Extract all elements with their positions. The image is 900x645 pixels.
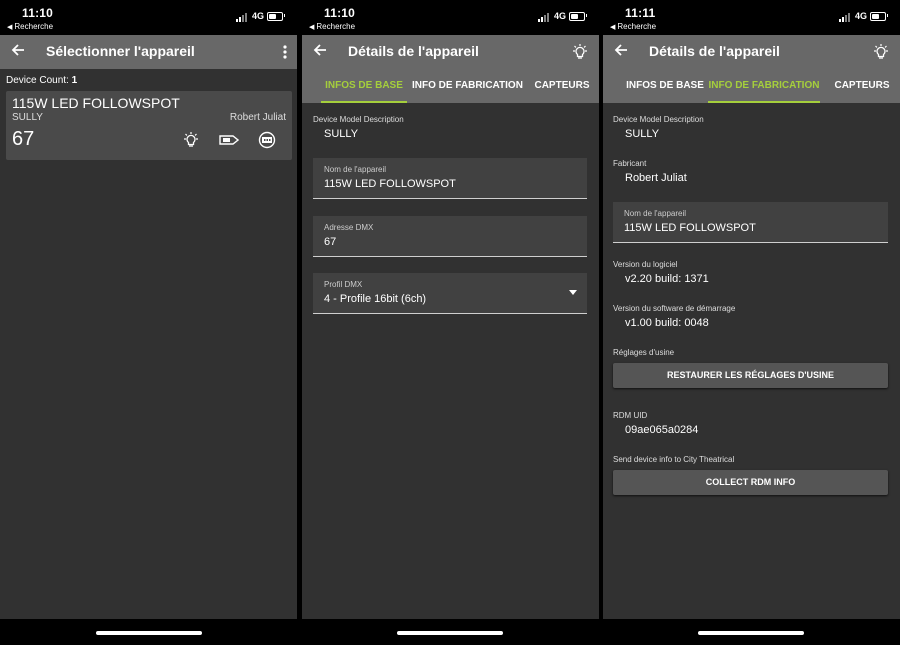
device-manufacturer: Robert Juliat: [229, 112, 286, 123]
details-content: Device Model Description SULLY Fabricant…: [603, 103, 900, 619]
tab-bar: INFOS DE BASE INFO DE FABRICATION CAPTEU…: [302, 69, 599, 103]
rdm-uid-value: 09ae065a0284: [625, 424, 699, 436]
device-description: SULLY: [12, 112, 43, 123]
boot-version-label: Version du software de démarrage: [613, 304, 736, 313]
battery-icon: [870, 12, 886, 21]
model-description-value: SULLY: [625, 128, 660, 140]
battery-icon: [267, 12, 283, 21]
tab-basic-info[interactable]: INFOS DE BASE: [622, 69, 708, 103]
signal-icon: [839, 13, 853, 22]
model-description-label: Device Model Description: [313, 115, 404, 124]
details-content: Device Model Description SULLY Nom de l'…: [302, 103, 599, 619]
tab-basic-info[interactable]: INFOS DE BASE: [321, 69, 407, 103]
app-bar: Détails de l'appareil: [603, 35, 900, 69]
tab-bar: INFOS DE BASE INFO DE FABRICATION CAPTEU…: [603, 69, 900, 103]
screen-device-details-manufacturing: 11:11 ◀ Recherche 4G Détails de l'apparei…: [603, 0, 900, 645]
back-label-text: Recherche: [316, 22, 356, 31]
device-name-value: 115W LED FOLLOWSPOT: [324, 178, 456, 190]
more-vert-icon[interactable]: [281, 42, 289, 62]
device-model: 115W LED FOLLOWSPOT: [12, 95, 180, 111]
rdm-uid-label: RDM UID: [613, 411, 648, 420]
back-to-search-link[interactable]: ◀ Recherche: [309, 22, 355, 31]
device-name-label: Nom de l'appareil: [624, 209, 687, 218]
back-label-text: Recherche: [14, 22, 54, 31]
collect-rdm-info-button[interactable]: COLLECT RDM INFO: [613, 470, 888, 495]
factory-settings-label: Réglages d'usine: [613, 348, 675, 357]
app-bar: Sélectionner l'appareil: [0, 35, 297, 69]
device-dmx-address: 67: [12, 128, 35, 150]
device-count-value: 1: [71, 75, 78, 86]
model-description-label: Device Model Description: [613, 115, 704, 124]
device-card[interactable]: 115W LED FOLLOWSPOT SULLY Robert Juliat …: [6, 91, 292, 160]
network-type: 4G: [855, 11, 868, 21]
home-indicator[interactable]: [397, 631, 503, 635]
send-info-label: Send device info to City Theatrical: [613, 455, 735, 464]
software-version-label: Version du logiciel: [613, 260, 678, 269]
status-bar: 11:10 ◀ Recherche 4G: [0, 0, 297, 35]
status-bar: 11:11 ◀ Recherche 4G: [603, 0, 900, 35]
screen-device-details-basic: 11:10 ◀ Recherche 4G Détails de l'apparei…: [302, 0, 599, 645]
rdm-icon[interactable]: [258, 131, 276, 149]
home-indicator[interactable]: [698, 631, 804, 635]
device-name-label: Nom de l'appareil: [324, 165, 387, 174]
status-bar: 11:10 ◀ Recherche 4G: [302, 0, 599, 35]
signal-icon: [538, 13, 552, 22]
dmx-profile-value: 4 - Profile 16bit (6ch): [324, 293, 427, 305]
dmx-address-value: 67: [324, 236, 337, 248]
tab-manufacturing-info[interactable]: INFO DE FABRICATION: [708, 69, 820, 103]
back-arrow-icon[interactable]: [10, 42, 26, 60]
network-type: 4G: [554, 11, 567, 21]
device-count: Device Count: 1: [6, 75, 77, 86]
software-version-value: v2.20 build: 1371: [625, 273, 709, 285]
lightbulb-icon[interactable]: [571, 42, 589, 62]
dmx-plug-icon[interactable]: [219, 131, 240, 149]
page-title: Détails de l'appareil: [348, 43, 479, 59]
boot-version-value: v1.00 build: 0048: [625, 317, 709, 329]
device-name-value: 115W LED FOLLOWSPOT: [624, 222, 756, 234]
manufacturer-value: Robert Juliat: [625, 172, 687, 184]
back-label-text: Recherche: [617, 22, 657, 31]
app-bar: Détails de l'appareil: [302, 35, 599, 69]
dmx-profile-select[interactable]: Profil DMX 4 - Profile 16bit (6ch): [313, 273, 587, 314]
home-indicator[interactable]: [96, 631, 202, 635]
tab-sensors[interactable]: CAPTEURS: [829, 69, 895, 103]
back-arrow-icon[interactable]: [613, 42, 629, 60]
dropdown-caret-icon: [569, 290, 577, 295]
page-title: Détails de l'appareil: [649, 43, 780, 59]
restore-factory-settings-button[interactable]: RESTAURER LES RÉGLAGES D'USINE: [613, 363, 888, 388]
back-to-search-link[interactable]: ◀ Recherche: [610, 22, 656, 31]
screen-select-device: 11:10 ◀ Recherche 4G Sélectionner l'appar…: [0, 0, 297, 645]
tab-sensors[interactable]: CAPTEURS: [530, 69, 594, 103]
dmx-address-label: Adresse DMX: [324, 223, 374, 232]
dmx-profile-label: Profil DMX: [324, 280, 363, 289]
manufacturer-label: Fabricant: [613, 159, 647, 168]
page-title: Sélectionner l'appareil: [46, 43, 195, 59]
lightbulb-icon[interactable]: [872, 42, 890, 62]
status-time: 11:10: [22, 6, 54, 20]
device-name-field[interactable]: Nom de l'appareil 115W LED FOLLOWSPOT: [313, 158, 587, 199]
back-to-search-link[interactable]: ◀ Recherche: [7, 22, 53, 31]
status-time: 11:11: [625, 6, 656, 20]
tab-manufacturing-info[interactable]: INFO DE FABRICATION: [412, 69, 523, 103]
status-time: 11:10: [324, 6, 356, 20]
network-type: 4G: [252, 11, 265, 21]
device-name-field[interactable]: Nom de l'appareil 115W LED FOLLOWSPOT: [613, 202, 888, 243]
back-arrow-icon[interactable]: [312, 42, 328, 60]
lightbulb-icon[interactable]: [182, 131, 200, 149]
battery-icon: [569, 12, 585, 21]
device-count-label: Device Count:: [6, 75, 69, 86]
dmx-address-field[interactable]: Adresse DMX 67: [313, 216, 587, 257]
model-description-value: SULLY: [324, 128, 359, 140]
signal-icon: [236, 13, 250, 22]
